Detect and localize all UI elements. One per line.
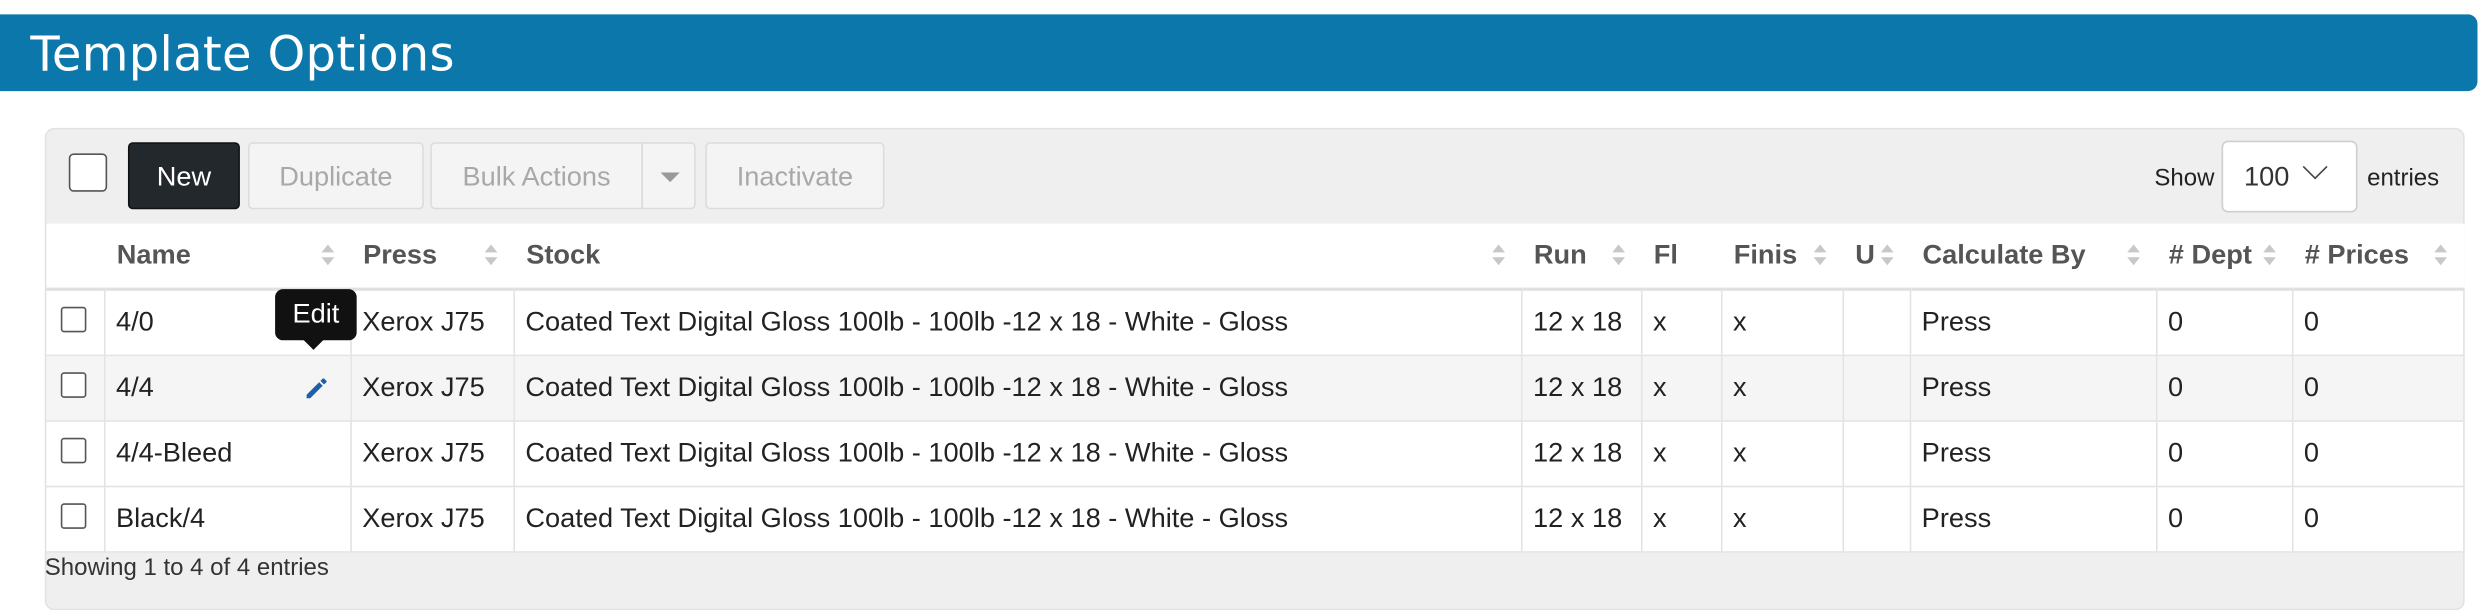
cell-press: Xerox J75 xyxy=(350,420,515,488)
sort-arrows-icon xyxy=(2434,244,2448,266)
pencil-icon[interactable] xyxy=(301,374,330,403)
cell-prices: 0 xyxy=(2291,289,2464,357)
cell-finis: x xyxy=(1720,289,1844,357)
cell-dept: 0 xyxy=(2155,486,2293,553)
column-header-fl[interactable]: Fl xyxy=(1640,223,1721,291)
cell-finis: x xyxy=(1720,355,1844,422)
cell-run: 12 x 18 xyxy=(1521,289,1642,357)
cell-run: 12 x 18 xyxy=(1521,355,1642,422)
cell-run: 12 x 18 xyxy=(1521,420,1642,488)
cell-calculate-by: Press xyxy=(1909,355,2157,422)
row-checkbox[interactable] xyxy=(60,437,87,464)
new-button[interactable]: New xyxy=(127,142,240,210)
column-header-stock[interactable]: Stock xyxy=(513,223,1522,291)
table-panel: New Duplicate Bulk Actions Inactivate Sh… xyxy=(44,127,2465,610)
row-checkbox[interactable] xyxy=(60,372,87,398)
cell-u xyxy=(1842,420,1911,488)
cell-prices: 0 xyxy=(2291,486,2464,553)
cell-u xyxy=(1842,355,1911,422)
cell-dept: 0 xyxy=(2155,355,2293,422)
edit-tooltip: Edit xyxy=(275,289,357,341)
tooltip-arrow xyxy=(302,338,325,350)
row-checkbox-cell xyxy=(46,420,105,488)
cell-stock: Coated Text Digital Gloss 100lb - 100lb … xyxy=(513,355,1522,422)
sort-arrows-icon xyxy=(321,244,335,266)
sort-arrows-icon xyxy=(1813,244,1827,266)
sort-arrows-icon xyxy=(1880,244,1894,266)
row-checkbox-cell xyxy=(46,486,105,553)
cell-u xyxy=(1842,289,1911,357)
column-header-finis[interactable]: Finis xyxy=(1720,223,1843,291)
cell-calculate-by: Press xyxy=(1909,486,2157,553)
cell-name: Black/4 xyxy=(103,486,352,553)
sort-arrows-icon xyxy=(1612,244,1625,266)
sort-arrows-icon xyxy=(1492,244,1506,266)
cell-fl: x xyxy=(1640,420,1722,488)
cell-prices: 0 xyxy=(2291,355,2464,422)
templates-table: Name Press Stock Run Fl Finis U Calculat… xyxy=(46,223,2464,553)
cell-press: Xerox J75 xyxy=(350,486,515,553)
column-header-u[interactable]: U xyxy=(1842,223,1910,291)
select-all-checkbox[interactable] xyxy=(68,153,108,192)
bulk-actions-button[interactable]: Bulk Actions xyxy=(430,142,643,210)
bulk-actions-dropdown-button[interactable] xyxy=(641,142,696,210)
chevron-down-icon xyxy=(2302,154,2328,180)
column-header-name[interactable]: Name xyxy=(103,223,351,291)
cell-stock: Coated Text Digital Gloss 100lb - 100lb … xyxy=(513,420,1522,488)
table-row[interactable]: 4/0 Xerox J75 Coated Text Digital Gloss … xyxy=(46,289,2464,357)
column-header-run[interactable]: Run xyxy=(1521,223,1641,291)
table-info-text: Showing 1 to 4 of 4 entries xyxy=(44,554,329,582)
cell-name: 4/4 xyxy=(103,355,352,422)
duplicate-button[interactable]: Duplicate xyxy=(247,142,424,210)
cell-stock: Coated Text Digital Gloss 100lb - 100lb … xyxy=(513,486,1522,553)
row-checkbox[interactable] xyxy=(60,306,87,333)
entries-label: entries xyxy=(2367,164,2440,192)
entries-per-page-select[interactable]: 100 xyxy=(2221,140,2358,213)
row-checkbox[interactable] xyxy=(60,503,87,529)
table-header-row: Name Press Stock Run Fl Finis U Calculat… xyxy=(46,223,2464,291)
cell-fl: x xyxy=(1640,355,1722,422)
column-header-calculate-by[interactable]: Calculate By xyxy=(1909,223,2156,291)
cell-u xyxy=(1842,486,1911,553)
cell-stock: Coated Text Digital Gloss 100lb - 100lb … xyxy=(513,289,1522,357)
cell-finis: x xyxy=(1720,486,1844,553)
page-title: Template Options xyxy=(30,27,455,84)
column-header-press[interactable]: Press xyxy=(350,223,514,291)
column-header-dept[interactable]: # Dept xyxy=(2155,223,2292,291)
entries-per-page-value: 100 xyxy=(2243,161,2290,192)
table-row[interactable]: 4/4 Xerox J75 Coated Text Digital Gloss … xyxy=(46,355,2464,422)
row-checkbox-cell xyxy=(46,355,105,422)
sort-arrows-icon xyxy=(484,244,498,266)
cell-calculate-by: Press xyxy=(1909,420,2157,488)
checkbox-column-header xyxy=(46,223,104,291)
cell-prices: 0 xyxy=(2291,420,2464,488)
caret-down-icon xyxy=(660,172,680,183)
sort-arrows-icon xyxy=(2263,244,2276,266)
table-row[interactable]: Black/4 Xerox J75 Coated Text Digital Gl… xyxy=(46,486,2464,553)
toolbar: New Duplicate Bulk Actions Inactivate Sh… xyxy=(46,129,2463,225)
row-checkbox-cell xyxy=(46,289,105,357)
inactivate-button[interactable]: Inactivate xyxy=(705,142,885,210)
column-header-prices[interactable]: # Prices xyxy=(2291,223,2464,291)
page-header: Template Options xyxy=(0,14,2478,92)
cell-name: 4/4-Bleed xyxy=(103,420,352,488)
show-label: Show xyxy=(2154,164,2215,192)
cell-calculate-by: Press xyxy=(1909,289,2157,357)
cell-fl: x xyxy=(1640,289,1722,357)
cell-fl: x xyxy=(1640,486,1722,553)
cell-dept: 0 xyxy=(2155,420,2293,488)
cell-finis: x xyxy=(1720,420,1844,488)
cell-dept: 0 xyxy=(2155,289,2293,357)
table-row[interactable]: 4/4-Bleed Xerox J75 Coated Text Digital … xyxy=(46,420,2464,488)
sort-arrows-icon xyxy=(2127,244,2140,266)
cell-press: Xerox J75 xyxy=(350,355,515,422)
cell-press: Xerox J75 xyxy=(350,289,515,357)
cell-run: 12 x 18 xyxy=(1521,486,1642,553)
